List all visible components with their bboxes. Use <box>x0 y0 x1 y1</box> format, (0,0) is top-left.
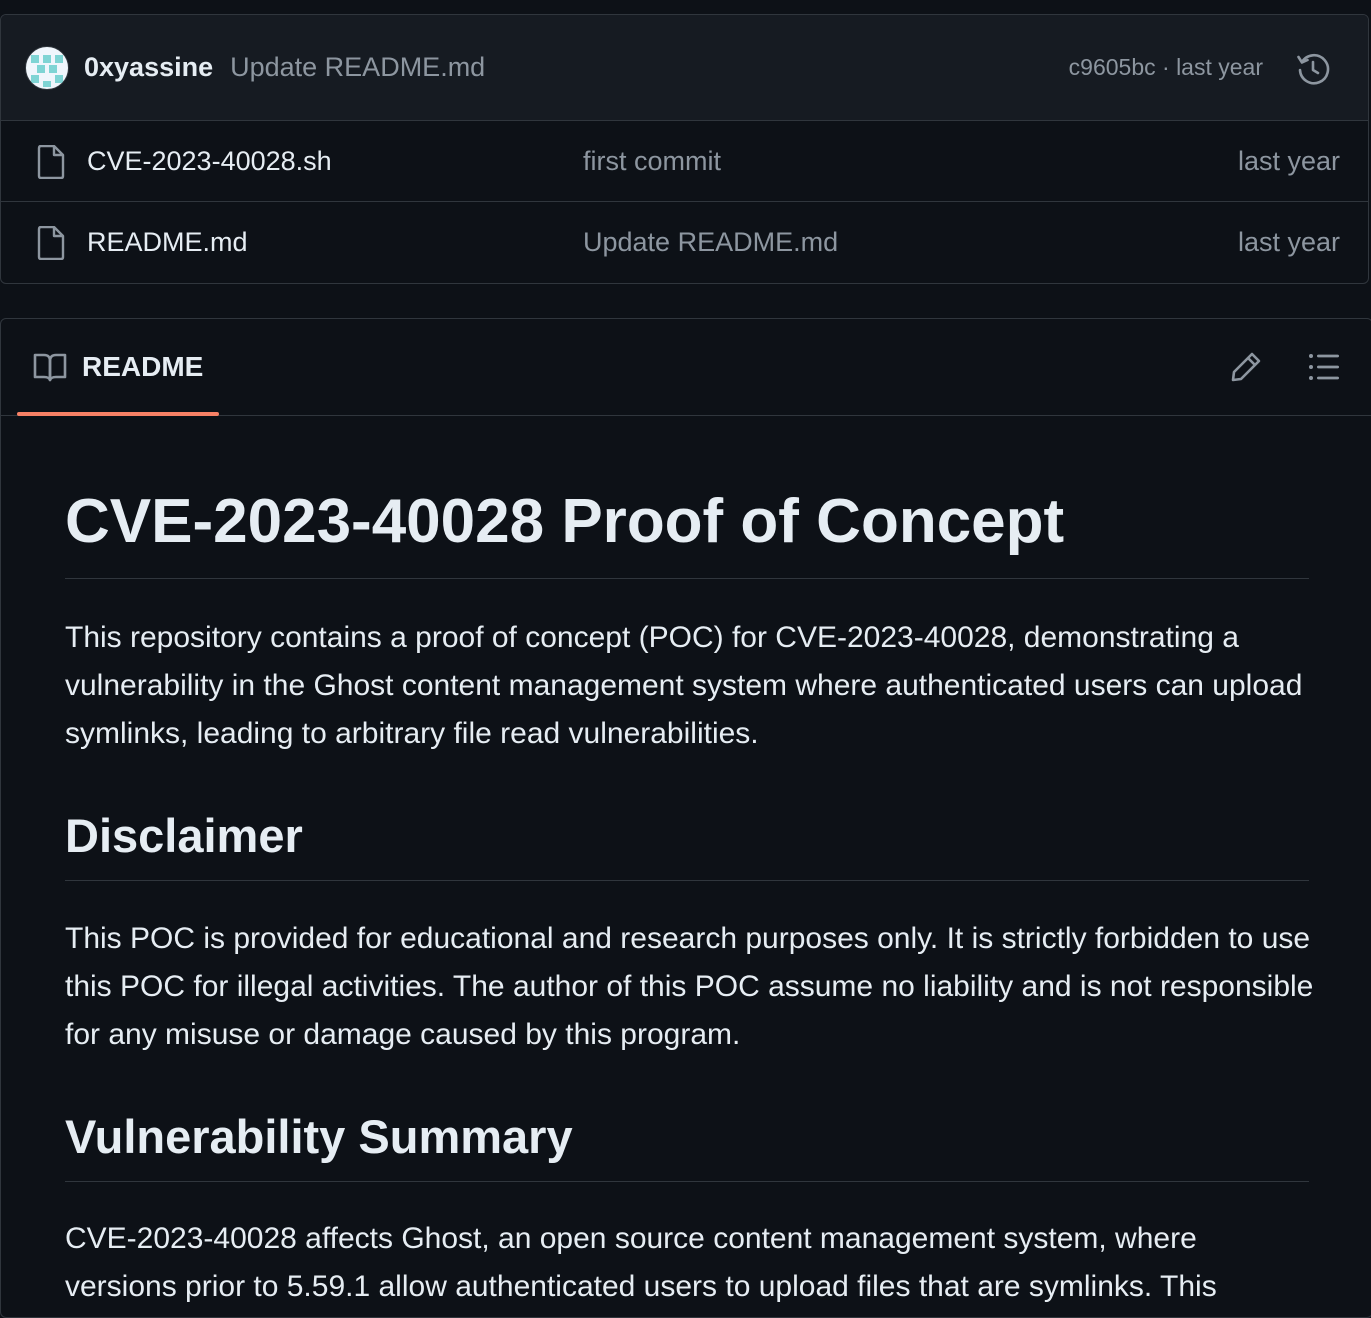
pencil-icon[interactable] <box>1230 351 1262 383</box>
summary-heading: Vulnerability Summary <box>65 1109 1309 1182</box>
list-icon[interactable] <box>1308 352 1340 382</box>
readme-title: CVE-2023-40028 Proof of Concept <box>65 484 1309 579</box>
file-commit-time: last year <box>1237 145 1340 176</box>
book-icon <box>33 353 67 382</box>
disclaimer-heading: Disclaimer <box>65 808 1309 881</box>
file-commit-time: last year <box>1237 227 1340 257</box>
readme-header: README <box>1 319 1371 416</box>
commit-message[interactable]: Update README.md <box>230 52 485 83</box>
avatar[interactable] <box>25 45 69 90</box>
file-name[interactable]: README.md <box>87 227 248 258</box>
file-row[interactable]: CVE-2023-40028.sh first commit last year <box>1 121 1368 202</box>
readme-intro: This repository contains a proof of conc… <box>65 621 1303 750</box>
history-icon[interactable] <box>1296 52 1330 86</box>
file-icon <box>37 145 65 179</box>
file-icon <box>37 226 65 260</box>
file-commit-message[interactable]: Update README.md <box>583 227 838 258</box>
readme-tab-label: README <box>82 351 204 382</box>
latest-commit-bar: 0xyassine Update README.md c9605bc · las… <box>1 15 1368 121</box>
file-commit-message[interactable]: first commit <box>583 146 721 177</box>
file-name[interactable]: CVE-2023-40028.sh <box>87 146 332 177</box>
file-row[interactable]: README.md Update README.md last year <box>1 202 1368 283</box>
summary-text: CVE-2023-40028 affects Ghost, an open so… <box>65 1222 1217 1303</box>
disclaimer-text: This POC is provided for educational and… <box>65 922 1314 1051</box>
file-browser: 0xyassine Update README.md c9605bc · las… <box>0 14 1369 284</box>
tab-readme[interactable]: README <box>17 319 219 416</box>
commit-author[interactable]: 0xyassine <box>84 52 213 83</box>
commit-meta[interactable]: c9605bc · last year <box>1069 54 1263 81</box>
